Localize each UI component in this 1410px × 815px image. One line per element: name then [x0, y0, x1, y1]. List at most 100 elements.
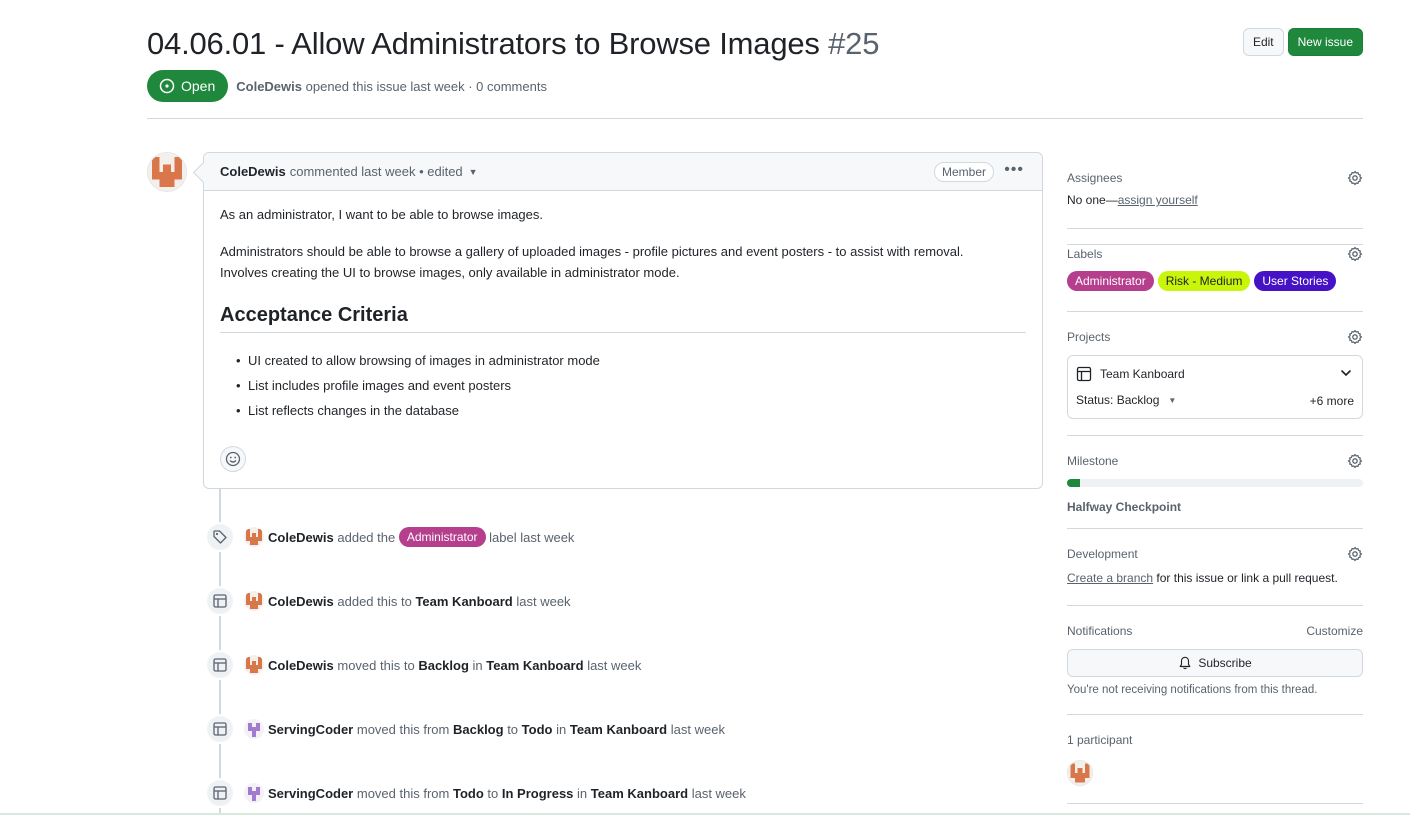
timeline-event: ColeDewis added this to Team Kanboard la…	[205, 586, 571, 616]
section-title: Notifications	[1067, 624, 1133, 638]
event-text: in	[556, 721, 567, 737]
gear-icon[interactable]	[1347, 246, 1363, 262]
notifications-block: Notifications Customize Subscribe You're…	[1067, 621, 1363, 696]
add-reaction-button[interactable]	[220, 446, 246, 472]
event-text: added the	[337, 529, 396, 545]
avatar[interactable]	[244, 527, 264, 547]
event-project-link[interactable]: Team Kanboard	[570, 722, 667, 737]
issue-opened-icon	[159, 78, 175, 94]
avatar[interactable]	[244, 719, 264, 739]
avatar[interactable]	[244, 655, 264, 675]
state-label: Open	[181, 78, 216, 94]
issue-title-text: 04.06.01 - Allow Administrators to Brows…	[147, 26, 820, 61]
gear-icon[interactable]	[1347, 329, 1363, 345]
timeline-event: ColeDewis added the Administrator label …	[205, 522, 574, 552]
comment-meta[interactable]: commented last week • edited	[290, 164, 463, 179]
comment-paragraph: Administrators should be able to browse …	[220, 244, 964, 259]
comment-paragraph: Involves creating the UI to browse image…	[220, 265, 680, 280]
event-text: moved this to	[337, 657, 415, 673]
comment-header: ColeDewis commented last week • edited ▼…	[204, 153, 1042, 191]
comment-paragraph: As an administrator, I want to be able t…	[220, 207, 544, 222]
section-title: 1 participant	[1067, 733, 1133, 747]
avatar[interactable]	[1067, 760, 1093, 786]
new-issue-button[interactable]: New issue	[1287, 28, 1363, 56]
subscribe-button[interactable]: Subscribe	[1067, 649, 1363, 677]
project-status: Status: Backlog	[1076, 393, 1160, 407]
labels-block: Labels Administrator Risk - Medium User …	[1067, 244, 1363, 291]
smiley-icon	[225, 451, 241, 467]
sidebar-divider	[1067, 228, 1363, 229]
sidebar-divider	[1067, 528, 1363, 529]
avatar[interactable]	[244, 783, 264, 803]
tag-icon	[205, 522, 235, 552]
gear-icon[interactable]	[1347, 546, 1363, 562]
table-icon	[205, 714, 235, 744]
avatar[interactable]	[244, 591, 264, 611]
label-administrator[interactable]: Administrator	[1067, 271, 1154, 291]
development-block: Development Create a branch for this iss…	[1067, 544, 1363, 585]
open-state-badge: Open	[147, 70, 229, 102]
label-user-stories[interactable]: User Stories	[1254, 271, 1337, 291]
milestone-name[interactable]: Halfway Checkpoint	[1067, 500, 1363, 514]
labels-section	[1067, 160, 1363, 245]
project-card[interactable]: Team Kanboard Status: Backlog ▼ +6 more	[1067, 355, 1363, 419]
event-text: last week	[670, 721, 725, 737]
event-project-link[interactable]: Team Kanboard	[591, 786, 688, 801]
gear-icon[interactable]	[1347, 453, 1363, 469]
section-title: Labels	[1067, 247, 1103, 261]
event-actor-link[interactable]: ServingCoder	[268, 722, 353, 737]
event-column: Todo	[521, 721, 553, 737]
projects-block: Projects Team Kanboard Status: Backlog ▼…	[1067, 327, 1363, 419]
criteria-list: UI created to allow browsing of images i…	[220, 350, 1026, 421]
participants-block: 1 participant	[1067, 730, 1363, 786]
administrator-label-badge[interactable]: Administrator	[398, 527, 486, 547]
sidebar-divider	[1067, 605, 1363, 606]
caret-down-icon: ▼	[1168, 395, 1177, 405]
kebab-menu-icon[interactable]: •••	[1004, 162, 1024, 178]
list-item: List reflects changes in the database	[236, 400, 1026, 421]
issue-author-link[interactable]: ColeDewis	[236, 79, 302, 94]
event-text: added this to	[337, 593, 412, 609]
section-title: Development	[1067, 547, 1138, 561]
issue-title: 04.06.01 - Allow Administrators to Brows…	[147, 22, 1363, 66]
timeline-event: ServingCoder moved this from Todo to In …	[205, 778, 746, 808]
customize-link[interactable]: Customize	[1306, 624, 1363, 638]
event-project-link[interactable]: Team Kanboard	[486, 658, 583, 673]
avatar[interactable]	[147, 152, 187, 192]
comment-author-link[interactable]: ColeDewis	[220, 164, 286, 179]
project-name: Team Kanboard	[1100, 367, 1185, 381]
create-branch-link[interactable]: Create a branch	[1067, 571, 1153, 585]
sidebar-divider	[1067, 311, 1363, 312]
event-text: in	[577, 785, 588, 801]
more-fields-link[interactable]: +6 more	[1310, 394, 1354, 408]
event-project-link[interactable]: Team Kanboard	[415, 594, 512, 609]
edit-button[interactable]: Edit	[1242, 28, 1284, 56]
event-text: last week	[691, 785, 746, 801]
list-item: List includes profile images and event p…	[236, 375, 1026, 396]
chevron-down-icon[interactable]: ▼	[469, 167, 478, 177]
timeline-event: ServingCoder moved this from Backlog to …	[205, 714, 725, 744]
subscribe-label: Subscribe	[1198, 656, 1252, 670]
event-actor-link[interactable]: ColeDewis	[268, 658, 334, 673]
list-item: UI created to allow browsing of images i…	[236, 350, 1026, 371]
event-column: Backlog	[452, 721, 504, 737]
labels-list: Administrator Risk - Medium User Stories	[1067, 271, 1363, 291]
event-actor-link[interactable]: ServingCoder	[268, 786, 353, 801]
issue-number: #25	[828, 26, 880, 61]
chevron-down-icon[interactable]	[1338, 365, 1354, 381]
comment-heading: Acceptance Criteria	[220, 305, 1026, 333]
issue-meta-text: ColeDewis opened this issue last week · …	[236, 79, 547, 94]
label-risk-medium[interactable]: Risk - Medium	[1157, 271, 1251, 291]
member-badge: Member	[933, 162, 994, 182]
table-icon	[205, 650, 235, 680]
header-actions: Edit New issue	[1242, 28, 1363, 56]
notification-status: You're not receiving notifications from …	[1067, 684, 1318, 696]
milestone-progress-fill	[1067, 479, 1081, 487]
milestone-block: Milestone Halfway Checkpoint	[1067, 451, 1363, 514]
event-actor-link[interactable]: ColeDewis	[268, 530, 334, 545]
sidebar-divider	[1067, 714, 1363, 715]
event-actor-link[interactable]: ColeDewis	[268, 594, 334, 609]
event-text: moved this from	[356, 785, 450, 801]
section-title: Milestone	[1067, 454, 1119, 468]
table-icon	[205, 586, 235, 616]
